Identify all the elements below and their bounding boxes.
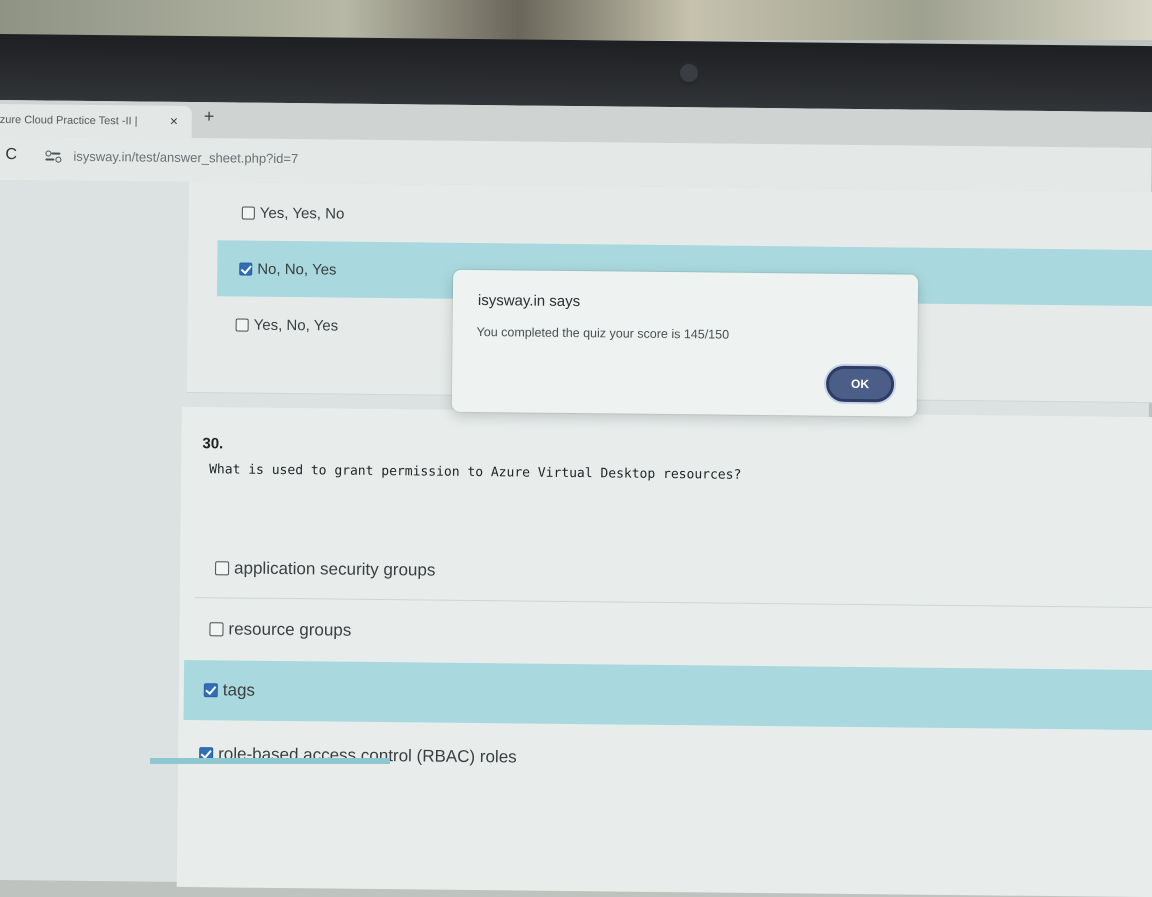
ok-button[interactable]: OK (825, 365, 895, 403)
url-field[interactable]: isysway.in/test/answer_sheet.php?id=7 (73, 149, 298, 166)
option-row[interactable]: resource groups (189, 599, 1152, 669)
dialog-title: isysway.in says (477, 292, 581, 311)
site-info-icon[interactable] (45, 149, 62, 163)
close-icon[interactable]: × (170, 113, 178, 129)
option-label: tags (222, 680, 256, 700)
browser-tab[interactable]: zure Cloud Practice Test -II | × (0, 103, 192, 139)
new-tab-icon[interactable]: + (204, 106, 215, 127)
checkbox[interactable] (215, 560, 230, 575)
option-label: application security groups (234, 557, 436, 580)
webcam-icon (680, 64, 698, 82)
page-content: Yes, Yes, No No, No, Yes Yes, No, Yes 30… (0, 179, 1152, 897)
checkbox-checked[interactable] (203, 683, 218, 698)
option-row[interactable]: application security groups (194, 538, 1152, 609)
option-label: Yes, No, Yes (253, 316, 339, 335)
reload-icon[interactable]: C (5, 146, 17, 164)
checkbox[interactable] (209, 622, 224, 637)
option-row[interactable]: Yes, No, Yes (235, 296, 446, 354)
checkbox[interactable] (235, 317, 249, 332)
tab-title: zure Cloud Practice Test -II | (0, 113, 138, 128)
question-number: 30. (202, 435, 224, 453)
option-row[interactable]: Yes, Yes, No (241, 185, 453, 243)
option-label: No, No, Yes (257, 260, 337, 279)
dialog-message: You completed the quiz your score is 145… (476, 325, 730, 342)
alert-dialog: isysway.in says You completed the quiz y… (451, 269, 919, 417)
option-label: resource groups (228, 619, 352, 640)
checkbox[interactable] (241, 206, 255, 220)
option-label: Yes, Yes, No (259, 204, 345, 223)
checkbox-checked[interactable] (239, 262, 253, 276)
background-room (0, 0, 1152, 40)
bottom-strip (150, 758, 390, 764)
option-row-selected[interactable]: tags (183, 659, 1152, 731)
